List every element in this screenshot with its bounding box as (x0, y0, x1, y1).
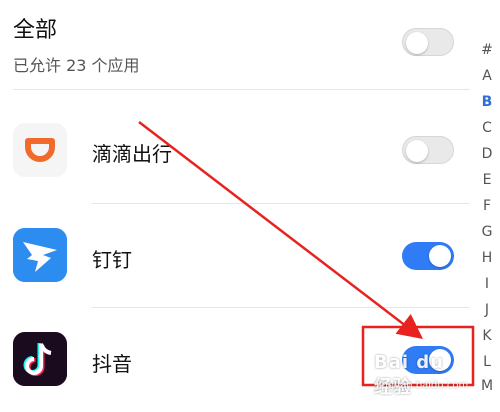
watermark-url: jingyan.baidu.com (376, 380, 469, 391)
annotation-overlay (138, 121, 475, 387)
watermark-logo: Bai du 经验 (374, 352, 445, 398)
annotation-arrow (138, 121, 423, 340)
baidu-jingyan-watermark: Bai du 经验 jingyan.baidu.com (368, 352, 469, 398)
